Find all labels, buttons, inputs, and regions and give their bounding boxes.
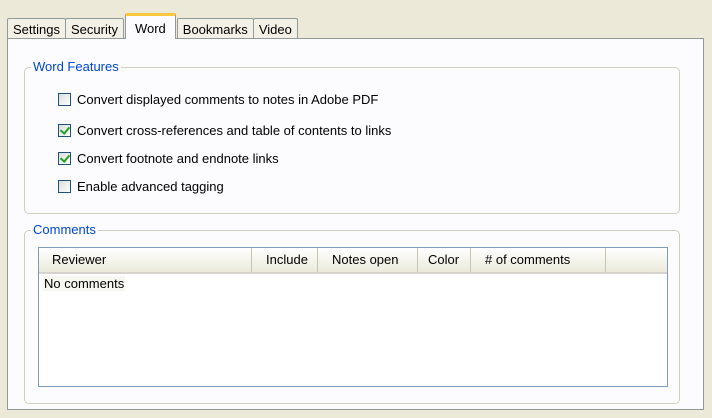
column-comment-count[interactable]: # of comments <box>471 248 606 272</box>
option-convert-comments[interactable]: Convert displayed comments to notes in A… <box>58 91 378 107</box>
advanced-tagging-label: Enable advanced tagging <box>77 178 224 194</box>
convert-footnotes-label: Convert footnote and endnote links <box>77 150 279 166</box>
convert-footnotes-checkbox[interactable] <box>58 151 71 165</box>
convert-cross-references-label: Convert cross-references and table of co… <box>77 122 392 138</box>
tab-settings[interactable]: Settings <box>7 18 66 39</box>
convert-comments-checkbox[interactable] <box>58 92 71 106</box>
comments-list-header: Reviewer Include Notes open Color # of c… <box>39 248 667 274</box>
tab-security[interactable]: Security <box>64 18 124 39</box>
comments-group: Comments Reviewer Include Notes open Col… <box>24 222 680 404</box>
column-color[interactable]: Color <box>418 248 471 272</box>
tab-video[interactable]: Video <box>252 18 298 39</box>
no-comments-text: No comments <box>43 276 126 291</box>
column-notes-open[interactable]: Notes open <box>318 248 418 272</box>
option-convert-footnotes[interactable]: Convert footnote and endnote links <box>58 150 279 166</box>
column-reviewer[interactable]: Reviewer <box>39 248 252 272</box>
convert-cross-references-checkbox[interactable] <box>58 123 71 137</box>
option-convert-cross-references[interactable]: Convert cross-references and table of co… <box>58 122 391 138</box>
advanced-tagging-checkbox[interactable] <box>58 179 71 193</box>
word-features-legend: Word Features <box>31 59 121 75</box>
convert-comments-label: Convert displayed comments to notes in A… <box>77 91 379 107</box>
tab-word[interactable]: Word <box>124 13 176 39</box>
option-advanced-tagging[interactable]: Enable advanced tagging <box>58 178 224 194</box>
comments-legend: Comments <box>31 222 98 238</box>
tab-strip: Settings Security Word Bookmarks Video <box>7 13 298 39</box>
tab-panel-word: Word Features Convert displayed comments… <box>7 38 704 410</box>
comments-list[interactable]: Reviewer Include Notes open Color # of c… <box>38 247 668 387</box>
tab-bookmarks[interactable]: Bookmarks <box>176 18 254 39</box>
column-include[interactable]: Include <box>252 248 318 272</box>
